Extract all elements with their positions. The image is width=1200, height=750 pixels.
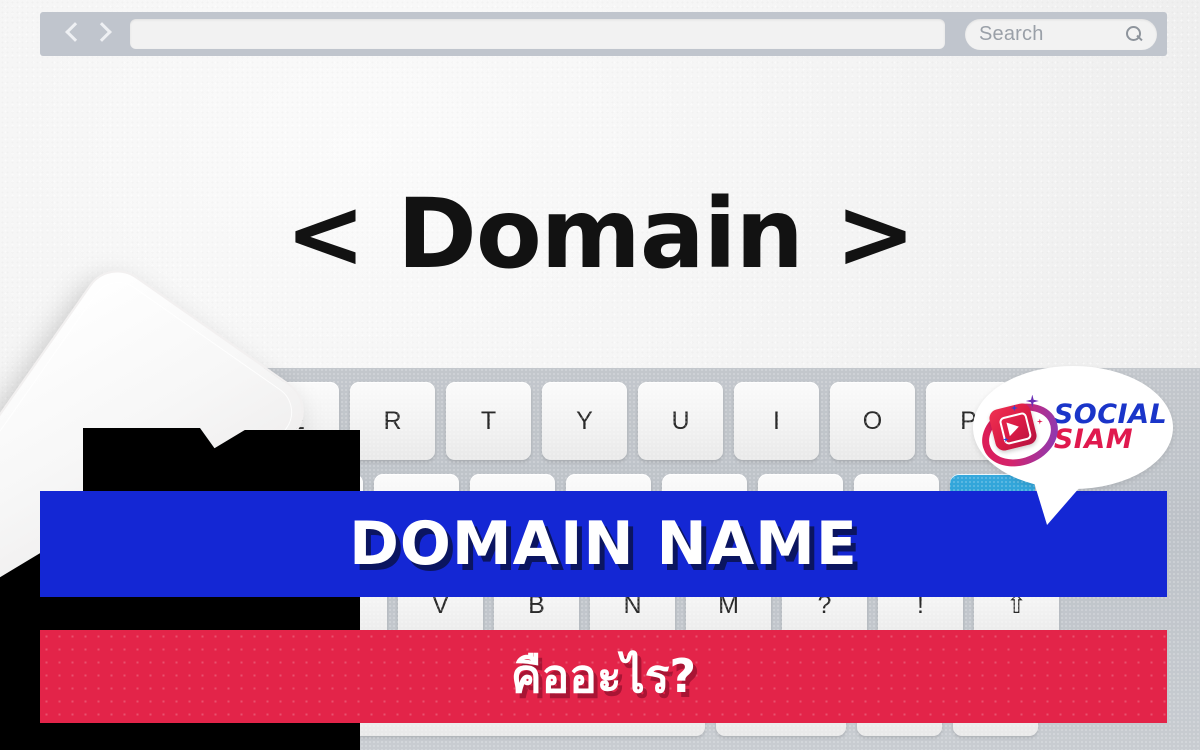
address-bar-input[interactable] bbox=[130, 19, 945, 49]
keyboard-key: O bbox=[830, 382, 915, 460]
magnifier-icon[interactable] bbox=[1126, 25, 1143, 43]
page-title: < Domain > bbox=[285, 178, 915, 290]
secondary-banner: คืออะไร? bbox=[40, 630, 1167, 723]
brand-logo: SOCIAL SIAM bbox=[972, 366, 1173, 525]
keyboard-key: T bbox=[446, 382, 531, 460]
secondary-banner-text: คืออะไร? bbox=[510, 649, 697, 703]
keyboard-key: R bbox=[350, 382, 435, 460]
search-placeholder: Search bbox=[979, 22, 1044, 45]
video-play-tile-icon bbox=[972, 392, 1068, 477]
chevron-left-icon[interactable] bbox=[64, 21, 80, 47]
logo-wordmark: SOCIAL SIAM bbox=[1053, 401, 1167, 455]
browser-toolbar: Search bbox=[40, 12, 1167, 56]
chevron-right-icon[interactable] bbox=[94, 21, 110, 47]
primary-banner-text: DOMAIN NAME bbox=[349, 509, 858, 579]
navigation-buttons bbox=[50, 21, 120, 47]
poster-canvas: QWERTYUIOP ASDFGHJKL ZXCVBNM?!⇧ Search <… bbox=[0, 0, 1200, 750]
keyboard-key: U bbox=[638, 382, 723, 460]
primary-banner: DOMAIN NAME bbox=[40, 491, 1167, 597]
search-input[interactable]: Search bbox=[965, 18, 1157, 50]
logo-line-2: SIAM bbox=[1053, 423, 1134, 455]
keyboard-key: Y bbox=[542, 382, 627, 460]
keyboard-key: I bbox=[734, 382, 819, 460]
